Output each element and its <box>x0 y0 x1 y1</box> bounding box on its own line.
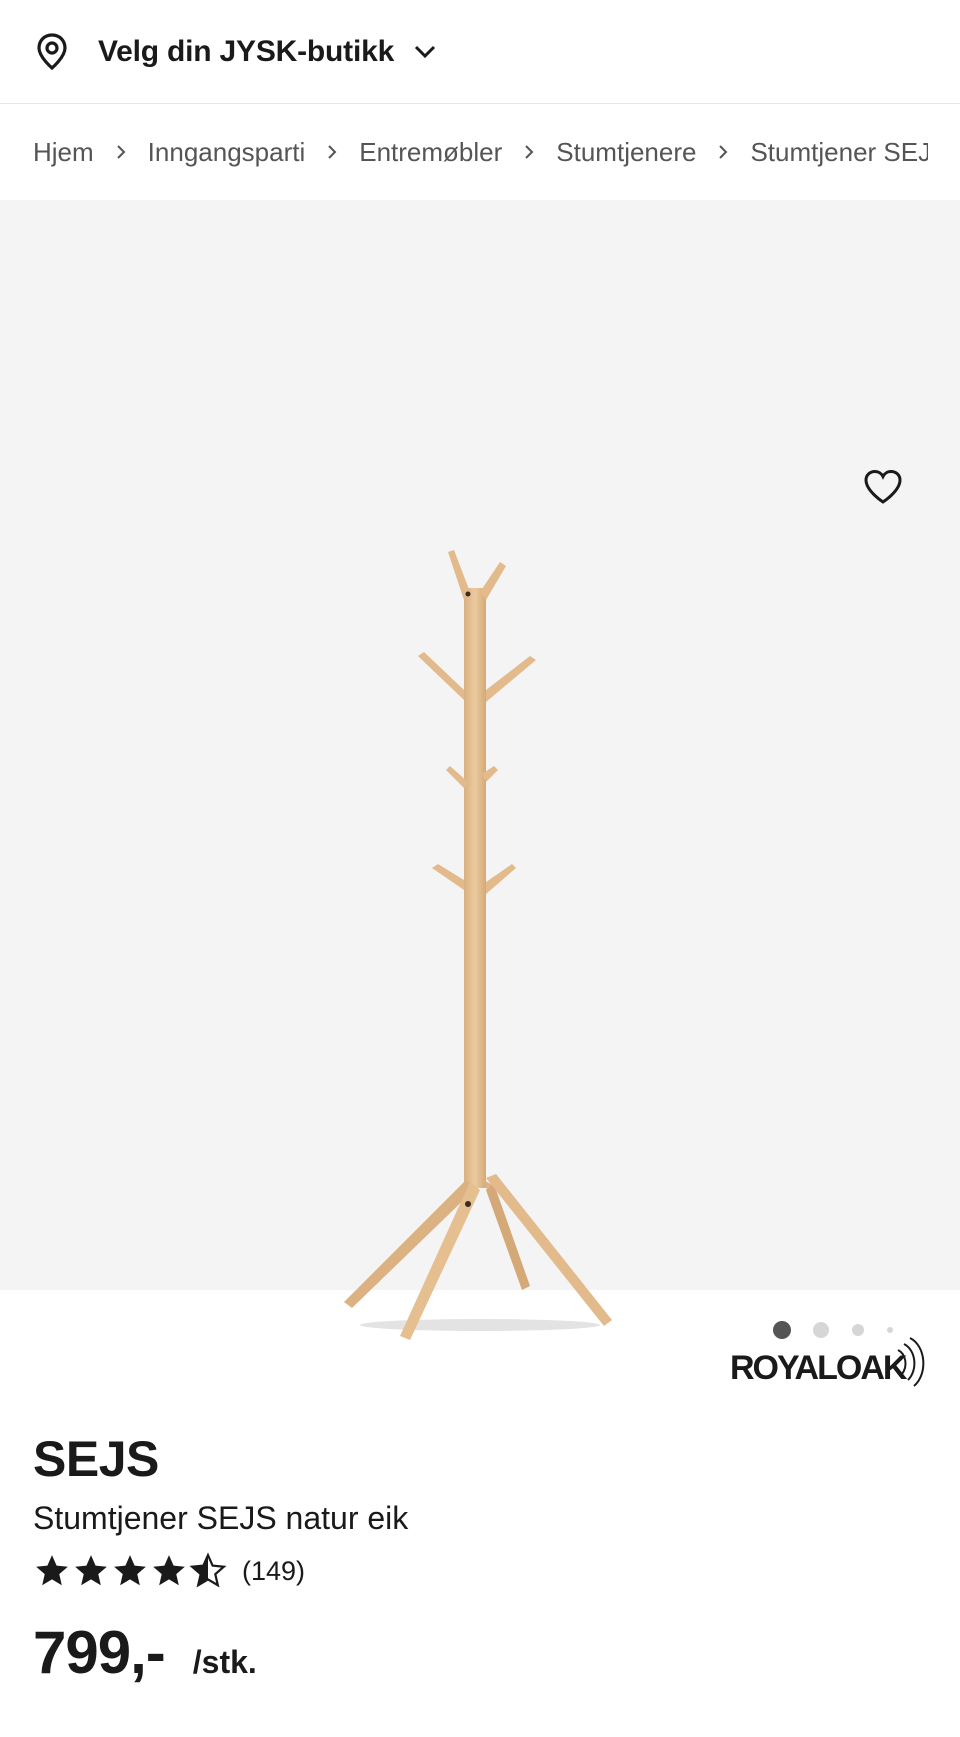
brand-logo: ROYALOAK <box>730 1337 925 1387</box>
location-pin-icon <box>36 32 72 72</box>
breadcrumb: Hjem Inngangsparti Entremøbler Stumtjene… <box>0 104 928 200</box>
breadcrumb-item-current[interactable]: Stumtjener SEJS <box>750 137 928 168</box>
chevron-right-icon <box>327 144 337 160</box>
breadcrumb-item-hjem[interactable]: Hjem <box>33 137 94 168</box>
svg-text:ROYALOAK: ROYALOAK <box>730 1349 908 1387</box>
star-filled-icon <box>75 1555 107 1586</box>
heart-icon[interactable] <box>862 466 904 508</box>
store-selector[interactable]: Velg din JYSK-butikk <box>0 0 960 104</box>
price-amount: 799,- <box>33 1619 166 1686</box>
chevron-right-icon <box>524 144 534 160</box>
chevron-right-icon <box>116 144 126 160</box>
review-count: (149) <box>242 1555 306 1586</box>
price-unit: /stk. <box>192 1644 257 1680</box>
rating-stars <box>33 1552 228 1590</box>
star-filled-icon <box>36 1555 68 1586</box>
star-half-icon <box>189 1552 227 1588</box>
star-filled-icon <box>114 1555 146 1586</box>
breadcrumb-item-entremobler[interactable]: Entremøbler <box>359 137 502 168</box>
coat-rack-image <box>344 550 612 1340</box>
breadcrumb-item-stumtjenere[interactable]: Stumtjenere <box>556 137 696 168</box>
product-description: Stumtjener SEJS natur eik <box>33 1500 409 1536</box>
product-price: 799,- /stk. <box>33 1618 257 1687</box>
product-info: ROYALOAK SEJS Stumtjener SEJS natur eik … <box>0 1290 960 1737</box>
store-selector-label: Velg din JYSK-butikk <box>98 34 395 68</box>
product-name: SEJS <box>33 1431 159 1487</box>
chevron-down-icon <box>414 45 436 59</box>
breadcrumb-item-inngangsparti[interactable]: Inngangsparti <box>148 137 306 168</box>
product-image-gallery[interactable] <box>0 200 960 1340</box>
product-rating[interactable]: (149) <box>33 1552 305 1590</box>
star-filled-icon <box>153 1555 185 1586</box>
chevron-right-icon <box>718 144 728 160</box>
